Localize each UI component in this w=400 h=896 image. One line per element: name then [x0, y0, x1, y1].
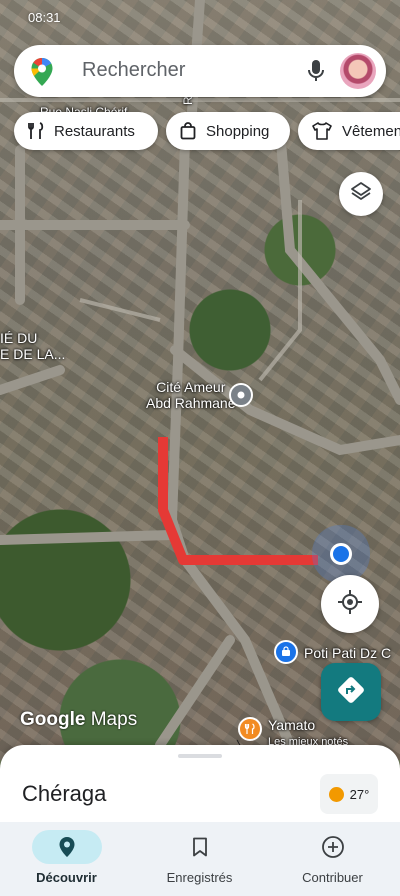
nav-label: Enregistrés: [166, 870, 233, 885]
google-maps-logo: Google Maps: [20, 709, 138, 730]
chip-clothing[interactable]: Vêtemen: [298, 112, 400, 150]
shirt-icon: [312, 122, 332, 140]
place-label[interactable]: Cité Ameur Abd Rahmane: [146, 379, 236, 411]
sun-icon: [328, 786, 344, 802]
layers-button[interactable]: [339, 172, 383, 216]
location-pin-icon[interactable]: [229, 383, 253, 407]
place-label[interactable]: Yamato: [268, 717, 315, 733]
nav-label: Contribuer: [302, 870, 363, 885]
chip-label: Shopping: [206, 122, 270, 140]
nav-label: Découvrir: [36, 870, 97, 885]
crosshair-icon: [337, 589, 363, 620]
chip-restaurants[interactable]: Restaurants: [14, 112, 158, 150]
nav-explore[interactable]: Découvrir: [0, 822, 133, 896]
shopping-bag-icon: [180, 122, 196, 140]
city-name: Chéraga: [22, 781, 107, 806]
shopping-pin-icon[interactable]: [274, 640, 298, 664]
chip-label: Restaurants: [54, 122, 135, 140]
place-label[interactable]: Poti Pati Dz C: [304, 645, 391, 661]
avatar[interactable]: [340, 53, 376, 89]
chip-shopping[interactable]: Shopping: [166, 112, 290, 150]
search-bar[interactable]: Rechercher: [14, 45, 386, 97]
mic-icon[interactable]: [306, 59, 326, 88]
add-circle-icon: [298, 830, 368, 864]
route-line: [158, 437, 318, 565]
bookmark-icon: [165, 830, 235, 864]
current-location-dot: [330, 543, 352, 565]
restaurant-pin-icon[interactable]: [238, 717, 262, 741]
nav-contribute[interactable]: Contribuer: [266, 822, 399, 896]
directions-icon: [337, 676, 365, 709]
bottom-sheet[interactable]: Chéraga 27°: [0, 745, 400, 825]
search-input[interactable]: Rechercher: [82, 59, 185, 82]
nav-saved[interactable]: Enregistrés: [133, 822, 266, 896]
directions-button[interactable]: [321, 663, 381, 721]
area-label: IÉ DU E DE LA...: [0, 330, 66, 362]
chip-label: Vêtemen: [342, 122, 400, 140]
sheet-handle[interactable]: [178, 754, 222, 758]
my-location-button[interactable]: [321, 575, 379, 633]
fork-knife-icon: [28, 122, 44, 140]
weather-badge[interactable]: 27°: [320, 774, 378, 814]
maps-pin-icon: [30, 57, 54, 92]
status-time: 08:31: [28, 10, 61, 25]
layers-icon: [350, 181, 372, 208]
explore-pin-icon: [31, 830, 102, 864]
bottom-navigation: Découvrir Enregistrés Contribuer: [0, 822, 400, 896]
temperature: 27°: [349, 786, 370, 802]
